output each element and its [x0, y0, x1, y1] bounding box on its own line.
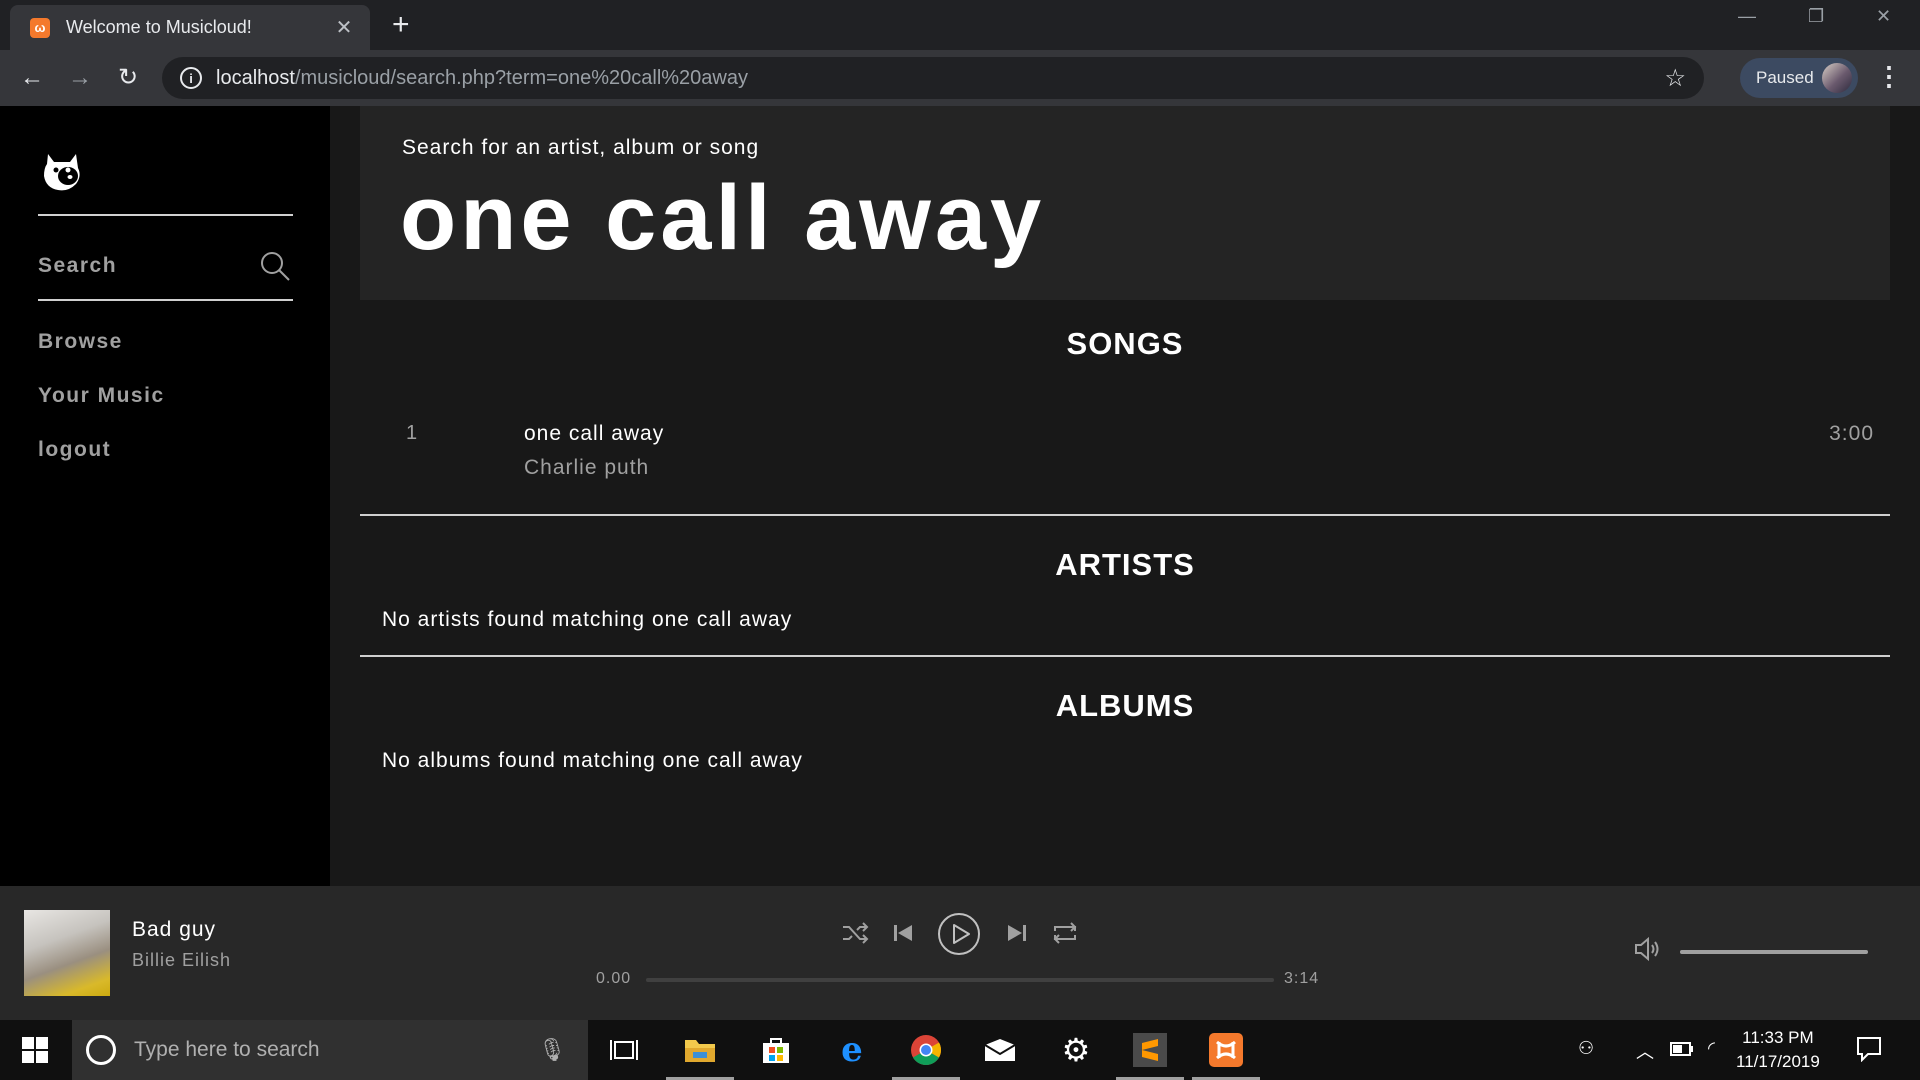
microsoft-store-icon[interactable] [756, 1030, 796, 1070]
notification-center-icon[interactable] [1856, 1036, 1882, 1062]
task-view-icon[interactable] [604, 1030, 644, 1070]
volume-icon[interactable] [1632, 934, 1662, 964]
track-duration: 3:00 [1829, 422, 1874, 445]
address-bar[interactable]: i localhost/musicloud/search.php?term=on… [162, 57, 1704, 99]
profile-avatar [1822, 63, 1852, 93]
repeat-icon[interactable] [1050, 918, 1080, 948]
battery-icon[interactable] [1670, 1042, 1694, 1056]
windows-taskbar: Type here to search 🎙 e ⚙ ⚇ ︿ ◜ 11:33 PM… [0, 1020, 1920, 1080]
edge-browser-icon[interactable]: e [832, 1030, 872, 1070]
tab-title: Welcome to Musicloud! [66, 17, 252, 37]
microphone-icon[interactable]: 🎙 [538, 1037, 566, 1063]
next-icon[interactable] [1002, 918, 1032, 948]
track-row[interactable]: 1 one call away Charlie puth 3:00 [360, 406, 1890, 486]
url-path: /musicloud/search.php?term=one%20call%20… [294, 66, 748, 89]
volume-level [1680, 950, 1868, 954]
albums-empty-message: No albums found matching one call away [382, 749, 803, 772]
section-divider [360, 655, 1890, 657]
minimize-icon[interactable]: — [1738, 6, 1756, 27]
url-text[interactable]: localhost/musicloud/search.php?term=one%… [216, 67, 1664, 90]
system-clock[interactable]: 11:33 PM 11/17/2019 [1736, 1026, 1820, 1074]
browser-toolbar: ← → ↻ i localhost/musicloud/search.php?t… [0, 50, 1920, 106]
previous-icon[interactable] [888, 918, 918, 948]
search-input[interactable]: one call away [400, 166, 1045, 271]
browser-tab[interactable]: ω Welcome to Musicloud! ✕ [10, 5, 370, 50]
forward-arrow-icon[interactable]: → [66, 64, 94, 92]
sublime-text-icon[interactable] [1116, 1030, 1184, 1080]
sidebar-item-your-music[interactable]: Your Music [38, 384, 165, 408]
current-time: 0.00 [596, 970, 632, 987]
reload-icon[interactable]: ↻ [114, 64, 142, 92]
tab-close-icon[interactable]: ✕ [332, 15, 356, 40]
sidebar: Search Browse Your Music logout [0, 106, 330, 886]
musicloud-page: Search Browse Your Music logout Search f… [0, 106, 1920, 886]
sidebar-item-browse[interactable]: Browse [38, 330, 123, 354]
search-hint: Search for an artist, album or song [402, 136, 760, 159]
shuffle-icon[interactable] [840, 918, 870, 948]
url-host: localhost [216, 66, 295, 89]
back-arrow-icon[interactable]: ← [18, 64, 46, 92]
xampp-favicon-icon: ω [30, 17, 50, 38]
search-icon[interactable] [257, 248, 293, 284]
track-number: 1 [406, 422, 418, 444]
now-playing-artist[interactable]: Billie Eilish [132, 950, 231, 971]
windows-start-icon[interactable] [22, 1037, 48, 1063]
taskbar-search-box[interactable]: Type here to search 🎙 [72, 1020, 588, 1080]
show-hidden-icons-chevron-icon[interactable]: ︿ [1636, 1038, 1654, 1064]
sidebar-divider [38, 214, 293, 216]
restore-icon[interactable]: ❐ [1808, 6, 1824, 27]
profile-status: Paused [1756, 68, 1814, 87]
album-artwork[interactable] [24, 910, 110, 996]
artists-empty-message: No artists found matching one call away [382, 608, 793, 631]
new-tab-button[interactable]: + [392, 10, 410, 40]
file-explorer-icon[interactable] [666, 1030, 734, 1080]
search-container: Search for an artist, album or song one … [360, 106, 1890, 300]
songs-heading: SONGS [1066, 326, 1184, 361]
albums-heading: ALBUMS [1055, 688, 1195, 723]
play-icon[interactable] [937, 912, 981, 956]
track-name[interactable]: one call away [524, 422, 664, 446]
close-window-icon[interactable]: ✕ [1876, 6, 1891, 27]
now-playing-bar: Bad guy Billie Eilish 0.00 3:14 [0, 886, 1920, 1020]
profile-button[interactable]: Paused [1740, 58, 1858, 98]
clock-date: 11/17/2019 [1736, 1052, 1820, 1071]
clock-time: 11:33 PM [1742, 1028, 1814, 1047]
total-time: 3:14 [1284, 970, 1320, 987]
sidebar-search-label: Search [38, 254, 118, 277]
section-divider [360, 514, 1890, 516]
chrome-icon[interactable] [892, 1030, 960, 1080]
artists-heading: ARTISTS [1055, 547, 1195, 582]
main-content: Search for an artist, album or song one … [330, 106, 1920, 886]
cortana-icon[interactable] [86, 1035, 116, 1065]
sidebar-divider [38, 299, 293, 301]
xampp-icon[interactable] [1192, 1030, 1260, 1080]
sidebar-search[interactable]: Search [38, 248, 293, 284]
star-icon[interactable]: ☆ [1664, 64, 1686, 93]
sidebar-item-logout[interactable]: logout [38, 438, 111, 462]
track-artist[interactable]: Charlie puth [524, 456, 649, 480]
settings-gear-icon[interactable]: ⚙ [1056, 1030, 1096, 1070]
mail-icon[interactable] [980, 1030, 1020, 1070]
info-icon[interactable]: i [180, 67, 202, 89]
taskbar-search-input[interactable]: Type here to search [134, 1038, 538, 1062]
playback-progress-bar[interactable] [646, 978, 1274, 982]
browser-tab-strip: ω Welcome to Musicloud! ✕ + — ❐ ✕ [0, 0, 1920, 50]
volume-slider[interactable] [1680, 950, 1868, 954]
now-playing-title[interactable]: Bad guy [132, 918, 216, 942]
people-icon[interactable]: ⚇ [1578, 1038, 1594, 1059]
wifi-icon[interactable]: ◜ [1708, 1038, 1715, 1059]
musicloud-logo-icon[interactable] [38, 146, 86, 194]
menu-icon[interactable]: ⋮ [1876, 62, 1902, 90]
